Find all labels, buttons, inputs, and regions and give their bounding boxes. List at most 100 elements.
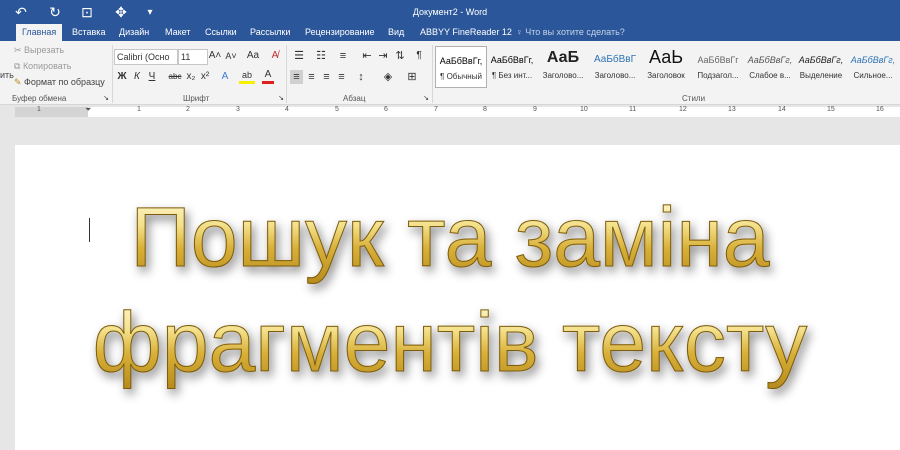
style-tile[interactable]: АаБ Заголово...	[538, 46, 588, 86]
window-title: Документ2 - Word	[412, 7, 488, 17]
grow-font-button[interactable]: A˄	[208, 49, 222, 63]
indent-marker-icon[interactable]: ⏷	[85, 105, 91, 115]
copy-button[interactable]: ⧉ Копировать	[14, 61, 71, 72]
tab-design[interactable]: Дизайн	[119, 24, 149, 41]
ruler-number: 13	[728, 106, 736, 113]
style-tile[interactable]: АаБбВвГг, Сильное...	[848, 46, 898, 86]
ruler-number: 16	[876, 106, 884, 113]
show-marks-button[interactable]: ¶	[413, 49, 425, 63]
paragraph-group-label: Абзац	[343, 94, 366, 103]
multilevel-list-icon[interactable]: ≡	[334, 49, 352, 63]
style-sample: АаБбВвГг,	[850, 55, 896, 65]
paragraph-launcher-icon[interactable]: ↘	[421, 92, 431, 106]
superscript-button[interactable]: x²	[198, 70, 212, 84]
align-center-icon[interactable]: ≡	[305, 70, 318, 84]
align-right-icon[interactable]: ≡	[320, 70, 333, 84]
document-background	[0, 119, 900, 145]
style-tile[interactable]: АаЬ Заголовок	[641, 46, 691, 86]
change-case-button[interactable]: Aa	[243, 49, 263, 63]
print-preview-icon[interactable]: ⊡	[76, 0, 98, 24]
bold-button[interactable]: Ж	[116, 70, 128, 84]
format-painter-button[interactable]: ✎ Формат по образцу	[14, 77, 105, 88]
tab-view[interactable]: Вид	[388, 24, 404, 41]
tab-review[interactable]: Рецензирование	[305, 24, 375, 41]
clear-formatting-button[interactable]: A̸	[268, 49, 282, 63]
tab-insert[interactable]: Вставка	[72, 24, 105, 41]
scissors-icon: ✂	[14, 45, 25, 55]
underline-button[interactable]: Ч	[146, 70, 158, 84]
group-separator	[286, 45, 287, 103]
tab-layout[interactable]: Макет	[165, 24, 190, 41]
style-sample: АаБ	[546, 49, 580, 66]
touch-mode-icon[interactable]: ✥	[110, 0, 132, 24]
clipboard-launcher-icon[interactable]: ↘	[101, 92, 111, 106]
decrease-indent-icon[interactable]: ⇤	[360, 49, 374, 63]
clipboard-group-label: Буфер обмена	[12, 94, 67, 103]
ruler-number: 2	[186, 106, 190, 113]
paste-button[interactable]: ить	[0, 70, 14, 80]
style-name: Заголово...	[542, 71, 584, 80]
style-tile[interactable]: АаБбВвГ Заголово...	[590, 46, 640, 86]
ruler-number: 4	[285, 106, 289, 113]
cut-button[interactable]: ✂ Вырезать	[14, 45, 64, 56]
style-name: Заголовок	[647, 71, 685, 80]
style-name: Слабое в...	[749, 71, 791, 80]
lightbulb-icon: ♀	[516, 27, 523, 37]
copy-icon: ⧉	[14, 61, 23, 71]
wordart-line-1[interactable]: Пошук та заміна	[0, 190, 900, 285]
redo-icon[interactable]: ↻	[44, 0, 66, 24]
strikethrough-button[interactable]: abc	[167, 70, 183, 84]
ruler-number: 12	[679, 106, 687, 113]
style-sample: АаБбВвГ	[593, 54, 637, 65]
style-sample: АаБбВвГг,	[747, 55, 793, 65]
shading-icon[interactable]: ◈	[380, 70, 396, 84]
justify-icon[interactable]: ≡	[335, 70, 348, 84]
horizontal-ruler[interactable]	[15, 107, 900, 117]
style-name: Выделение	[799, 71, 843, 80]
numbering-icon[interactable]: ☷	[312, 49, 330, 63]
style-name: Сильное...	[853, 71, 893, 80]
undo-icon[interactable]: ↶	[10, 0, 32, 24]
borders-icon[interactable]: ⊞	[404, 70, 420, 84]
ruler-number: 10	[580, 106, 588, 113]
style-tile[interactable]: АаБбВвГг, ¶ Обычный	[435, 46, 487, 88]
bullets-icon[interactable]: ☰	[290, 49, 308, 63]
subscript-button[interactable]: x₂	[184, 70, 198, 84]
style-tile[interactable]: АаБбВвГг, ¶ Без инт...	[487, 46, 537, 86]
group-separator	[432, 45, 433, 103]
line-spacing-icon[interactable]: ↕	[353, 70, 369, 84]
style-tile[interactable]: АаБбВвГг, Слабое в...	[745, 46, 795, 86]
font-group-label: Шрифт	[183, 94, 210, 103]
ruler-number: 1	[37, 106, 41, 113]
paintbrush-icon: ✎	[14, 77, 25, 87]
text-effects-button[interactable]: A	[218, 70, 232, 84]
tab-references[interactable]: Ссылки	[205, 24, 237, 41]
increase-indent-icon[interactable]: ⇥	[376, 49, 390, 63]
ruler-number: 14	[778, 106, 786, 113]
font-size-combo[interactable]: 11	[178, 49, 208, 65]
italic-button[interactable]: К	[131, 70, 143, 84]
font-launcher-icon[interactable]: ↘	[276, 92, 286, 106]
highlight-color-button[interactable]: ab	[239, 69, 255, 84]
tab-mailings[interactable]: Рассылки	[250, 24, 290, 41]
sort-icon[interactable]: ⇅	[393, 49, 407, 63]
tab-abbyy[interactable]: ABBYY FineReader 12	[420, 24, 512, 41]
shrink-font-button[interactable]: A˅	[224, 49, 238, 63]
tab-home[interactable]: Главная	[16, 24, 63, 41]
ruler-number: 15	[827, 106, 835, 113]
ruler-number: 8	[483, 106, 487, 113]
ruler-number: 3	[236, 106, 240, 113]
style-tile[interactable]: АаБбВвГг, Выделение	[796, 46, 846, 86]
ruler-number: 9	[533, 106, 537, 113]
style-name: Подзагол...	[697, 71, 739, 80]
customize-qat-icon[interactable]: ▾	[142, 0, 158, 24]
style-sample: АаБбВвГг,	[798, 55, 844, 65]
ruler-left-margin	[15, 107, 88, 117]
font-color-button[interactable]: A	[262, 69, 274, 84]
wordart-line-2[interactable]: фрагментів тексту	[0, 295, 900, 390]
align-left-icon[interactable]: ≡	[290, 70, 303, 84]
tell-me-box[interactable]: ♀ Что вы хотите сделать?	[516, 24, 625, 41]
ruler-number: 11	[629, 106, 637, 113]
font-name-combo[interactable]: Calibri (Осно	[114, 49, 178, 65]
style-tile[interactable]: АаБбВвГг Подзагол...	[693, 46, 743, 86]
